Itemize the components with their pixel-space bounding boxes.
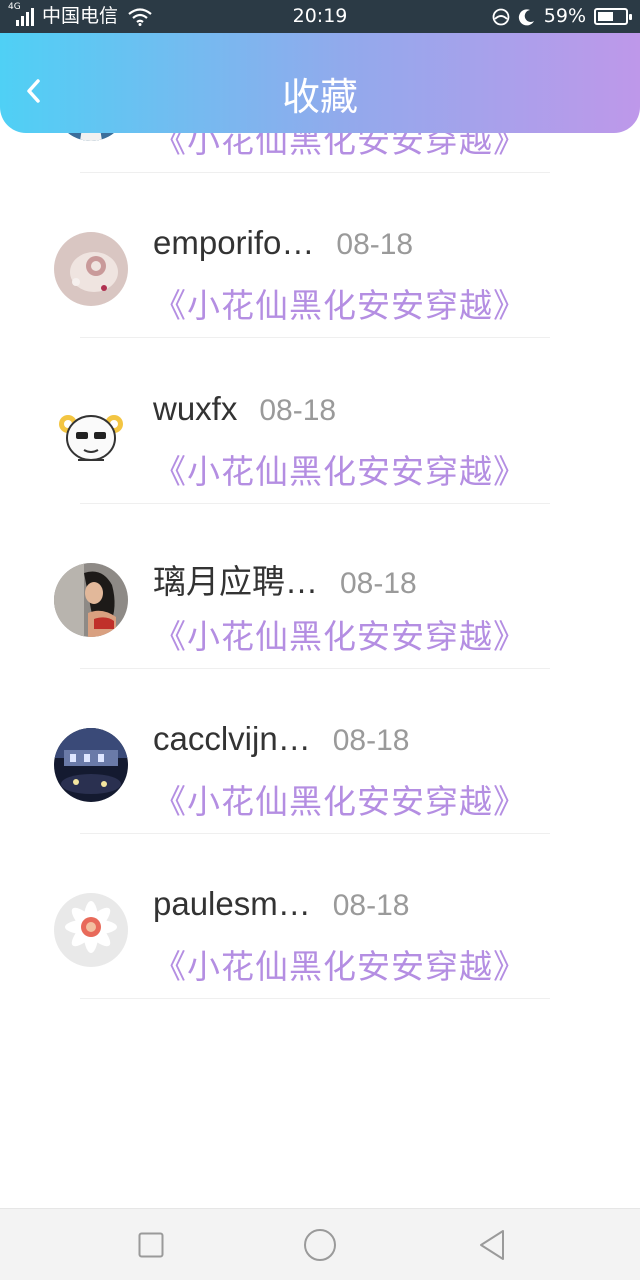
post-date: 08-18 bbox=[336, 228, 414, 261]
user-name[interactable]: 璃月应聘… bbox=[153, 555, 318, 603]
header-bar: 收藏 bbox=[0, 33, 640, 133]
novel-title-link[interactable]: 《小花仙黑化安安穿越》 bbox=[153, 610, 527, 658]
list-divider bbox=[80, 998, 550, 999]
favorites-list[interactable]: 《小花仙黑化安安穿越》vrcase各…08-19《小花仙黑化安安穿越》empor… bbox=[0, 33, 640, 1208]
list-divider bbox=[80, 833, 550, 834]
user-avatar[interactable] bbox=[54, 398, 128, 472]
name-row: cacclvijn… 08-18 bbox=[153, 720, 409, 760]
user-name[interactable]: emporifo… bbox=[153, 224, 314, 262]
post-date: 08-18 bbox=[332, 724, 410, 757]
post-date: 08-18 bbox=[340, 567, 417, 600]
user-name[interactable]: paulesm… bbox=[153, 885, 311, 923]
system-back-button[interactable] bbox=[474, 1227, 510, 1263]
novel-title-link[interactable]: 《小花仙黑化安安穿越》 bbox=[153, 940, 527, 988]
name-row: wuxfx 08-18 bbox=[153, 390, 336, 430]
user-avatar[interactable] bbox=[54, 893, 128, 967]
navigation-bar bbox=[0, 1208, 640, 1280]
user-avatar[interactable] bbox=[54, 563, 128, 637]
home-button[interactable] bbox=[302, 1227, 338, 1263]
chevron-left-icon bbox=[27, 79, 40, 103]
user-name[interactable]: wuxfx bbox=[153, 390, 237, 428]
battery-percent: 59% bbox=[543, 5, 586, 27]
novel-title-link[interactable]: 《小花仙黑化安安穿越》 bbox=[153, 775, 527, 823]
circle-icon bbox=[304, 1229, 336, 1261]
recent-apps-button[interactable] bbox=[133, 1227, 169, 1263]
name-row: emporifo… 08-18 bbox=[153, 224, 413, 264]
post-date: 08-18 bbox=[259, 394, 337, 427]
name-row: 璃月应聘… 08-18 bbox=[153, 555, 417, 600]
list-divider bbox=[80, 668, 550, 669]
triangle-back-icon bbox=[480, 1230, 504, 1260]
status-right: 59% bbox=[492, 0, 632, 33]
user-avatar[interactable] bbox=[54, 728, 128, 802]
moon-icon bbox=[518, 8, 534, 25]
page-title: 收藏 bbox=[281, 75, 358, 119]
square-icon bbox=[138, 1232, 164, 1258]
name-row: paulesm… 08-18 bbox=[153, 885, 409, 925]
novel-title-link[interactable]: 《小花仙黑化安安穿越》 bbox=[153, 445, 527, 493]
battery-icon bbox=[594, 8, 632, 25]
user-avatar[interactable] bbox=[54, 232, 128, 306]
back-button[interactable] bbox=[16, 73, 52, 109]
post-date: 08-18 bbox=[332, 889, 410, 922]
novel-title-link[interactable]: 《小花仙黑化安安穿越》 bbox=[153, 279, 527, 327]
status-bar: 4G 中国电信 20:19 59% bbox=[0, 0, 640, 33]
battery-fill bbox=[598, 12, 613, 21]
user-name[interactable]: cacclvijn… bbox=[153, 720, 311, 758]
list-divider bbox=[80, 503, 550, 504]
eye-comfort-icon bbox=[492, 8, 510, 25]
list-divider bbox=[80, 172, 550, 173]
favorites-screen: 4G 中国电信 20:19 59% 收藏 《小花仙黑化安安穿越》 emporif… bbox=[0, 0, 640, 1280]
list-divider bbox=[80, 337, 550, 338]
